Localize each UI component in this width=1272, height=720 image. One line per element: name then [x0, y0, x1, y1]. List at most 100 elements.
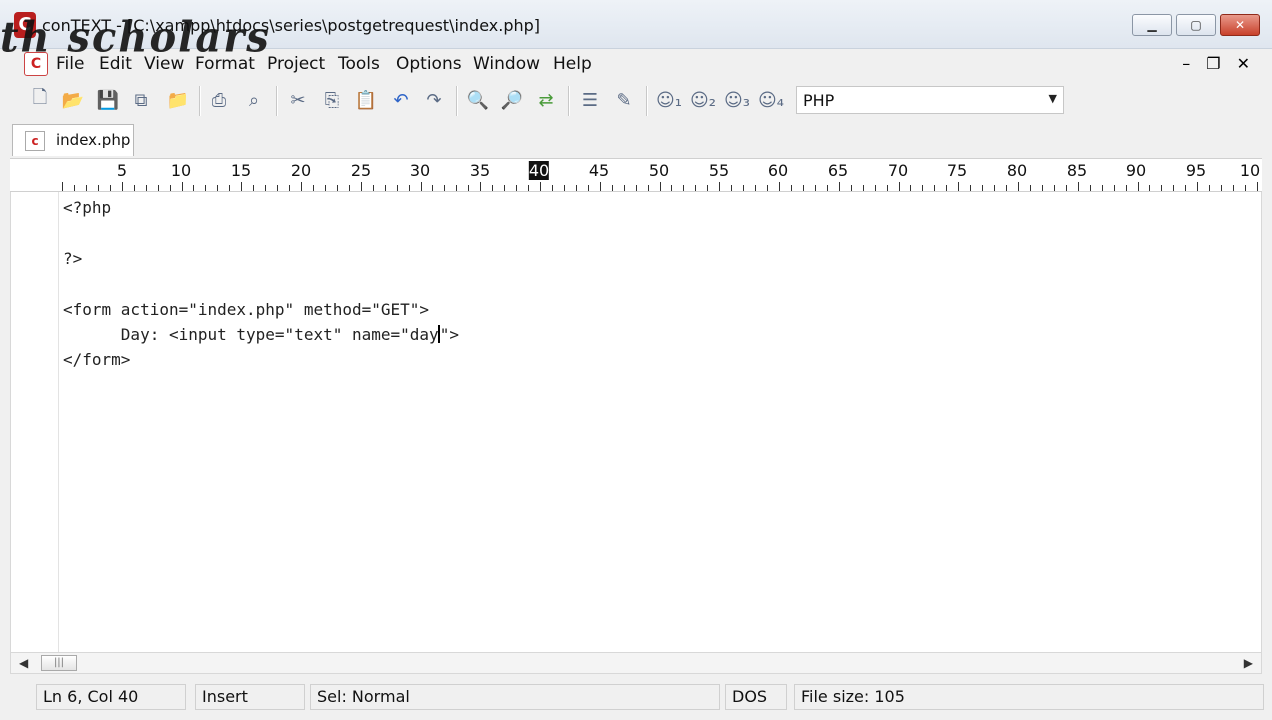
scrollbar-thumb[interactable]: ||| [41, 655, 77, 671]
doc-minimize-button[interactable]: – [1182, 54, 1190, 73]
user-3-icon[interactable]: ☺₃ [723, 88, 751, 112]
ruler-tick [587, 185, 589, 191]
editor-gutter [11, 192, 59, 652]
menu-view[interactable]: View [144, 54, 184, 74]
tab-index-php[interactable]: c index.php [12, 124, 134, 156]
ruler-tick [396, 185, 398, 191]
menu-bar [0, 48, 1272, 80]
ruler-tick [504, 185, 506, 191]
ruler-tick [253, 185, 255, 191]
ruler-number: 20 [290, 161, 312, 180]
print-icon[interactable]: ⎙ [207, 88, 231, 112]
menu-window[interactable]: Window [473, 54, 540, 74]
ruler-tick [1137, 182, 1139, 191]
replace-icon[interactable]: ⇄ [534, 88, 558, 112]
scroll-right-icon[interactable]: ▶ [1244, 656, 1253, 670]
ruler-number: 45 [588, 161, 610, 180]
copy-icon[interactable]: ⎘ [320, 88, 344, 112]
ruler-tick [372, 185, 374, 191]
ruler-tick [241, 182, 243, 191]
document-menu-icon[interactable]: C [24, 52, 48, 76]
open-folder-icon[interactable]: 📂 [61, 88, 85, 112]
code-line-6: Day: <input type="text" name="day"> [63, 325, 459, 345]
ruler-tick [802, 185, 804, 191]
close-button[interactable]: ✕ [1220, 14, 1260, 36]
new-file-icon[interactable]: 🗋 [28, 87, 52, 112]
ruler-tick [922, 185, 924, 191]
code-line-1: <?php [63, 198, 112, 217]
toolbar-separator [276, 86, 278, 116]
paste-icon[interactable]: 📋 [354, 88, 378, 112]
doc-close-button[interactable]: ✕ [1237, 54, 1250, 73]
ruler-tick [862, 185, 864, 191]
menu-tools[interactable]: Tools [338, 54, 380, 74]
cut-icon[interactable]: ✂ [286, 88, 310, 112]
menu-format[interactable]: Format [195, 54, 255, 74]
undo-icon[interactable]: ↶ [389, 88, 413, 112]
ruler-tick [301, 182, 302, 191]
user-1-icon[interactable]: ☺₁ [655, 88, 683, 112]
ruler-tick [324, 185, 326, 191]
menu-edit[interactable]: Edit [99, 54, 132, 74]
close-icon: ✕ [1234, 18, 1246, 32]
ruler-tick [492, 185, 494, 191]
redo-icon[interactable]: ↷ [422, 88, 446, 112]
code-editor[interactable]: <?php ?> <form action="index.php" method… [10, 192, 1262, 652]
scroll-left-icon[interactable]: ◀ [19, 656, 28, 670]
ruler-tick [360, 182, 362, 191]
user-2-icon[interactable]: ☺₂ [689, 88, 717, 112]
ruler-tick [1113, 185, 1115, 191]
ruler-tick [743, 185, 745, 191]
document-window-controls: – ❐ ✕ [1182, 54, 1250, 73]
ruler-tick [898, 182, 900, 191]
ruler-tick [1209, 185, 1211, 191]
ruler-tick [874, 185, 876, 191]
ruler-number: 50 [648, 161, 670, 180]
ruler-number: 75 [946, 161, 968, 180]
ruler-tick [755, 185, 757, 191]
ruler-tick [1197, 182, 1199, 191]
ruler-number: 15 [230, 161, 252, 180]
ruler-tick [181, 182, 183, 191]
ruler-tick [1018, 182, 1019, 191]
user-4-icon[interactable]: ☺₄ [757, 88, 785, 112]
status-line-ending: DOS [725, 684, 787, 710]
find-icon[interactable]: 🔍 [466, 88, 490, 112]
settings-icon[interactable]: ✎ [612, 88, 636, 112]
ruler-tick [623, 185, 625, 191]
maximize-icon: ▢ [1190, 18, 1202, 32]
ruler-tick [671, 185, 673, 191]
minimize-button[interactable]: ▁ [1132, 14, 1172, 36]
horizontal-scrollbar[interactable]: ◀ ||| ▶ [10, 652, 1262, 674]
code-line-5: <form action="index.php" method="GET"> [63, 300, 430, 319]
file-info-icon[interactable]: ☰ [578, 88, 602, 112]
ruler-tick [516, 185, 518, 191]
ruler-tick [826, 185, 828, 191]
menu-help[interactable]: Help [553, 54, 592, 74]
ruler-tick [193, 185, 195, 191]
ruler-number: 10 [170, 161, 192, 180]
code-line-6-tail: "> [439, 325, 459, 344]
ruler-tick [85, 185, 87, 191]
menu-options[interactable]: Options [396, 54, 462, 74]
menu-project[interactable]: Project [267, 54, 325, 74]
save-all-icon[interactable]: ⧉ [129, 88, 153, 112]
save-icon[interactable]: 💾 [96, 88, 120, 112]
doc-restore-button[interactable]: ❐ [1206, 54, 1220, 73]
ruler-tick [767, 185, 769, 191]
ruler-tick [289, 185, 291, 191]
open-project-icon[interactable]: 📁 [166, 88, 190, 112]
toolbar [0, 82, 1272, 120]
ruler-tick [1173, 185, 1175, 191]
print-preview-icon[interactable]: ⌕ [242, 88, 266, 112]
maximize-button[interactable]: ▢ [1176, 14, 1216, 36]
ruler-number: 25 [350, 161, 372, 180]
find-next-icon[interactable]: 🔎 [500, 88, 524, 112]
ruler-tick [599, 182, 601, 191]
menu-file[interactable]: File [56, 54, 84, 74]
highlighter-select[interactable]: PHP ▼ [796, 86, 1064, 114]
ruler-tick [121, 182, 123, 191]
ruler-number: 65 [827, 161, 849, 180]
ruler-tick [157, 185, 159, 191]
ruler-tick [683, 185, 685, 191]
